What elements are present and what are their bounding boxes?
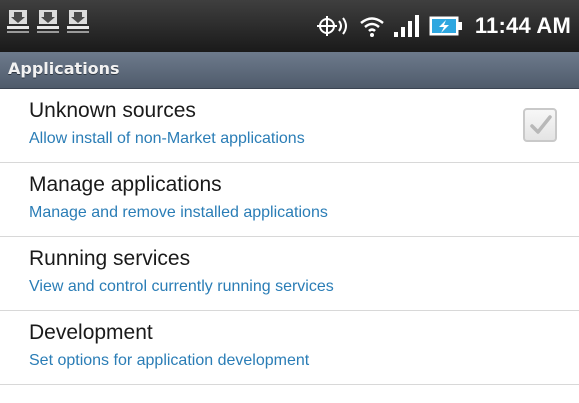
page-title: Applications: [8, 59, 120, 78]
setting-title: Manage applications: [29, 173, 222, 196]
setting-summary: Allow install of non-Market applications: [29, 130, 305, 147]
notification-icons: [6, 6, 90, 36]
setting-manage-applications[interactable]: Manage applications Manage and remove in…: [0, 163, 579, 237]
unknown-sources-checkbox[interactable]: [523, 108, 557, 142]
title-bar: Applications: [0, 52, 579, 89]
clock: 11:44 AM: [474, 13, 571, 38]
setting-title: Running services: [29, 247, 191, 270]
download-icon[interactable]: [6, 6, 30, 36]
setting-summary: View and control currently running servi…: [29, 278, 334, 295]
android-settings-screen: 11:44 AM Applications Unknown sources Al…: [0, 0, 579, 403]
setting-development[interactable]: Development Set options for application …: [0, 311, 579, 385]
setting-summary: Manage and remove installed applications: [29, 204, 328, 221]
download-icon[interactable]: [36, 6, 60, 36]
signal-icon: [393, 14, 421, 38]
system-icons: 11:44 AM: [316, 0, 571, 52]
setting-unknown-sources[interactable]: Unknown sources Allow install of non-Mar…: [0, 89, 579, 163]
setting-running-services[interactable]: Running services View and control curren…: [0, 237, 579, 311]
setting-title: Unknown sources: [29, 99, 196, 122]
setting-summary: Set options for application development: [29, 352, 310, 369]
battery-charging-icon: [429, 14, 463, 38]
settings-list: Unknown sources Allow install of non-Mar…: [0, 89, 579, 385]
status-bar: 11:44 AM: [0, 0, 579, 52]
checkmark-icon: [530, 115, 552, 134]
gps-icon: [316, 14, 351, 38]
download-icon[interactable]: [66, 6, 90, 36]
wifi-icon: [359, 14, 385, 38]
setting-title: Development: [29, 321, 153, 344]
